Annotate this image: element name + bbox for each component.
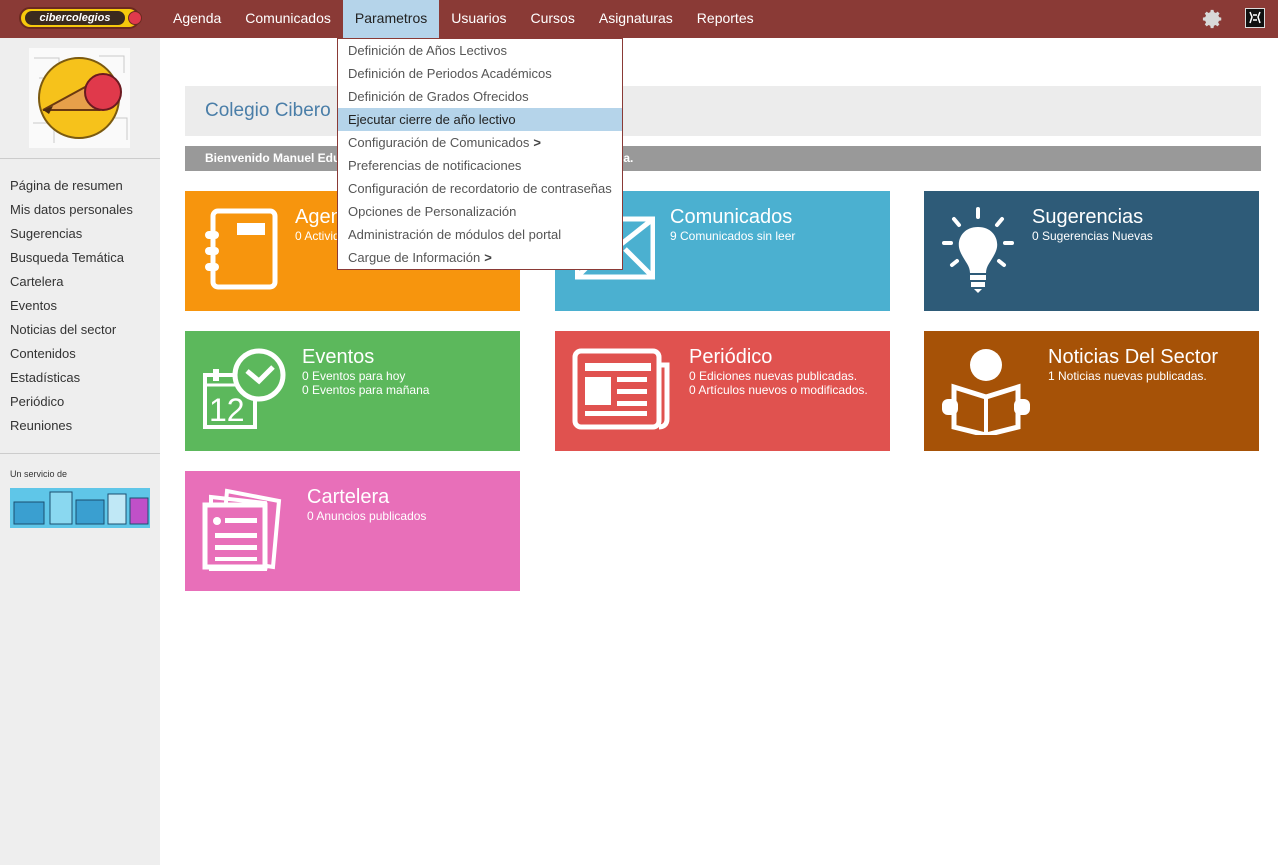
menu-item-label: Definición de Grados Ofrecidos (348, 89, 529, 104)
school-logo (29, 48, 130, 148)
top-navbar: cibercolegios Agenda Comunicados Paramet… (0, 0, 1278, 38)
tile-subtitle: 9 Comunicados sin leer (670, 229, 796, 243)
user-avatar[interactable] (1245, 8, 1265, 28)
sidebar-item-busqueda[interactable]: Busqueda Temática (10, 248, 133, 272)
tile-subtitle: 0 Sugerencias Nuevas (1032, 229, 1153, 243)
sidebar-divider (0, 453, 160, 454)
tile-subtitle: 0 Activid (295, 229, 340, 243)
sidebar-divider (0, 158, 160, 159)
menu-item-label: Preferencias de notificaciones (348, 158, 522, 173)
tile-subtitle: 1 Noticias nuevas publicadas. (1048, 369, 1207, 383)
tile-eventos[interactable]: 12 Eventos 0 Eventos para hoy 0 Eventos … (185, 331, 520, 451)
menu-item-label: Administración de módulos del portal (348, 227, 562, 242)
tile-subtitle: 0 Artículos nuevos o modificados. (689, 383, 868, 397)
menu-item-label: Configuración de Comunicados (348, 135, 530, 150)
menu-item-grados-ofrecidos[interactable]: Definición de Grados Ofrecidos (338, 85, 622, 108)
sidebar-item-resumen[interactable]: Página de resumen (10, 176, 133, 200)
tile-subtitle: 0 Ediciones nuevas publicadas. (689, 369, 858, 383)
tile-subtitle: 0 Eventos para hoy (302, 369, 406, 383)
sidebar-item-cartelera[interactable]: Cartelera (10, 272, 133, 296)
menu-item-cargue-informacion[interactable]: Cargue de Información > (338, 246, 622, 269)
menu-item-preferencias-notificaciones[interactable]: Preferencias de notificaciones (338, 154, 622, 177)
tile-title: Periódico (689, 346, 773, 368)
tile-cartelera[interactable]: Cartelera 0 Anuncios publicados (185, 471, 520, 591)
tile-subtitle: 0 Eventos para mañana (302, 383, 430, 397)
sidebar-item-datos-personales[interactable]: Mis datos personales (10, 200, 133, 224)
service-banner[interactable] (10, 488, 150, 528)
sidebar-menu: Página de resumen Mis datos personales S… (10, 176, 133, 440)
nav-agenda[interactable]: Agenda (161, 0, 233, 38)
tile-title: Noticias Del Sector (1048, 346, 1219, 368)
lightbulb-icon (942, 207, 1014, 293)
notebook-icon (205, 208, 278, 290)
gear-icon[interactable] (1202, 8, 1224, 30)
documents-icon (202, 488, 282, 571)
menu-item-label: Cargue de Información (348, 250, 481, 265)
sidebar-item-eventos[interactable]: Eventos (10, 296, 133, 320)
newspaper-icon (572, 348, 670, 430)
submenu-arrow-icon: > (533, 135, 541, 150)
menu-item-personalizacion[interactable]: Opciones de Personalización (338, 200, 622, 223)
menu-item-label: Configuración de recordatorio de contras… (348, 181, 612, 196)
tile-noticias-sector[interactable]: Noticias Del Sector 1 Noticias nuevas pu… (924, 331, 1259, 451)
sidebar-item-estadisticas[interactable]: Estadísticas (10, 368, 133, 392)
reader-icon (942, 349, 1030, 435)
main-nav: Agenda Comunicados Parametros Usuarios C… (161, 0, 766, 38)
nav-cursos[interactable]: Cursos (519, 0, 587, 38)
service-label: Un servicio de (10, 469, 68, 479)
nav-reportes[interactable]: Reportes (685, 0, 766, 38)
cibercolegios-logo[interactable]: cibercolegios (19, 7, 142, 29)
nav-parametros[interactable]: Parametros (342, 0, 440, 38)
page-title: Colegio Cibero (205, 100, 331, 121)
tile-title: Eventos (302, 346, 375, 368)
menu-item-recordatorio-contrasenas[interactable]: Configuración de recordatorio de contras… (338, 177, 622, 200)
sidebar-item-contenidos[interactable]: Contenidos (10, 344, 133, 368)
submenu-arrow-icon: > (484, 250, 492, 265)
menu-item-periodos-academicos[interactable]: Definición de Periodos Académicos (338, 62, 622, 85)
nav-usuarios[interactable]: Usuarios (439, 0, 518, 38)
avatar-glyph-icon (1249, 11, 1261, 24)
welcome-text: Bienvenido Manuel Edua (205, 151, 348, 165)
menu-item-anos-lectivos[interactable]: Definición de Años Lectivos (338, 39, 622, 62)
tile-title: Comunicados (670, 206, 793, 228)
nav-comunicados[interactable]: Comunicados (233, 0, 343, 38)
menu-item-config-comunicados[interactable]: Configuración de Comunicados > (338, 131, 622, 154)
menu-item-label: Definición de Años Lectivos (348, 43, 507, 58)
tile-periodico[interactable]: Periódico 0 Ediciones nuevas publicadas.… (555, 331, 890, 451)
menu-item-label: Ejecutar cierre de año lectivo (348, 112, 516, 127)
menu-item-modulos-portal[interactable]: Administración de módulos del portal (338, 223, 622, 246)
parametros-dropdown-menu: Definición de Años Lectivos Definición d… (337, 38, 623, 270)
sidebar-item-noticias[interactable]: Noticias del sector (10, 320, 133, 344)
logo-ball-icon (128, 11, 142, 25)
nav-asignaturas[interactable]: Asignaturas (587, 0, 685, 38)
menu-item-cierre-ano-lectivo[interactable]: Ejecutar cierre de año lectivo (338, 108, 622, 131)
tile-title: Agen (295, 206, 342, 228)
sidebar-item-sugerencias[interactable]: Sugerencias (10, 224, 133, 248)
svg-text:12: 12 (209, 392, 245, 428)
tile-title: Cartelera (307, 486, 390, 508)
menu-item-label: Definición de Periodos Académicos (348, 66, 552, 81)
logo-text: cibercolegios (25, 11, 125, 25)
sidebar: Página de resumen Mis datos personales S… (0, 38, 160, 865)
sidebar-item-reuniones[interactable]: Reuniones (10, 416, 133, 440)
sidebar-item-periodico[interactable]: Periódico (10, 392, 133, 416)
tile-title: Sugerencias (1032, 206, 1144, 228)
tile-sugerencias[interactable]: Sugerencias 0 Sugerencias Nuevas (924, 191, 1259, 311)
tile-subtitle: 0 Anuncios publicados (307, 509, 427, 523)
menu-item-label: Opciones de Personalización (348, 204, 517, 219)
calendar-clock-icon: 12 (203, 348, 286, 429)
